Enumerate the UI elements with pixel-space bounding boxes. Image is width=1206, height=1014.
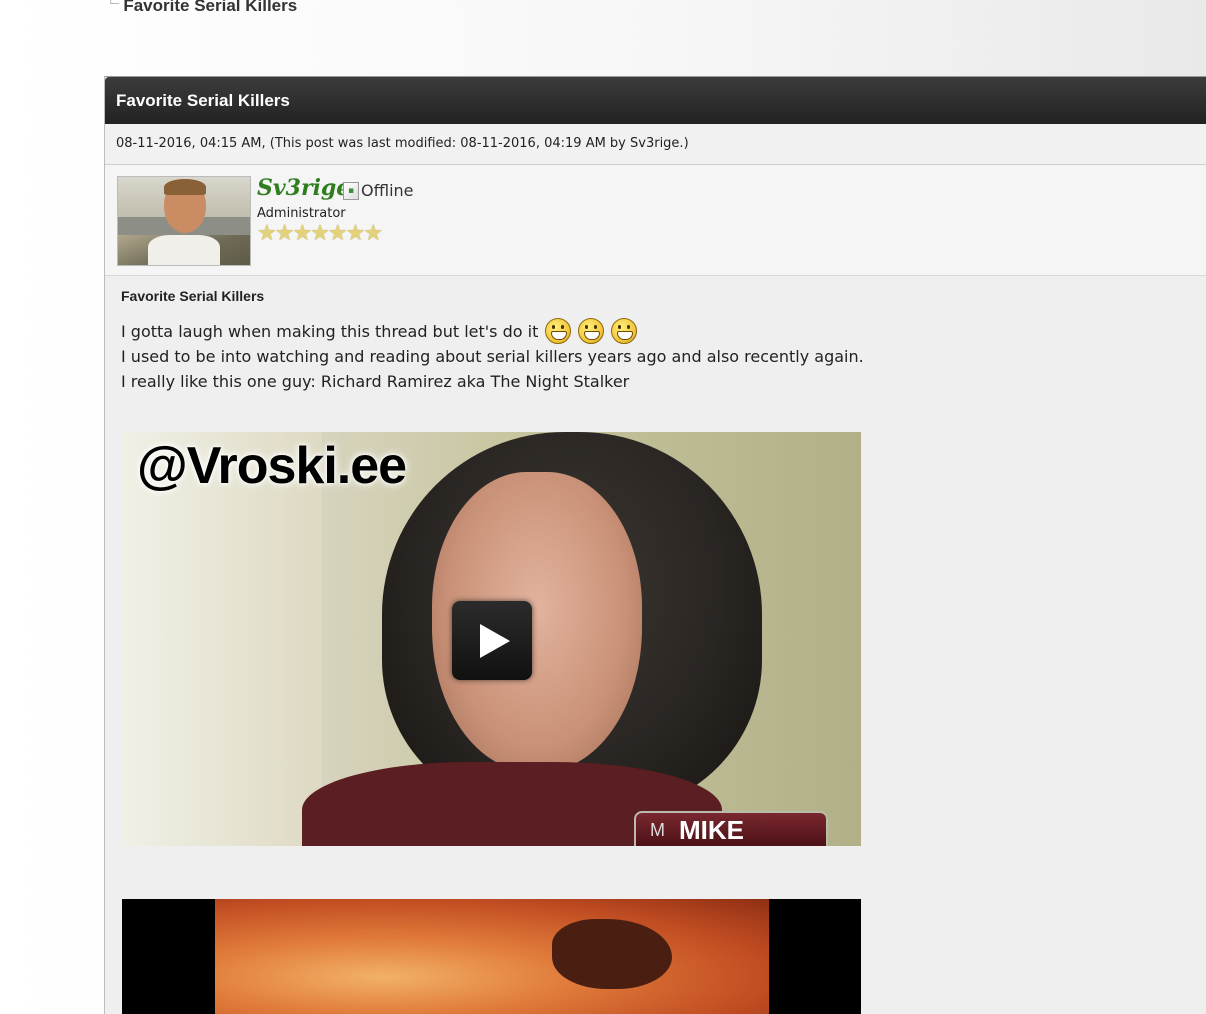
post-body: Favorite Serial Killers I gotta laugh wh…	[105, 276, 1206, 394]
lower-third-caption: MIKE	[679, 814, 744, 845]
author-role: Administrator	[257, 206, 346, 221]
rank-stars-icon: ★★★★★★★	[257, 221, 383, 246]
broken-image-icon: ▪	[343, 181, 359, 200]
watermark-text: @Vroski.ee	[137, 437, 407, 495]
video-lower-third: M MIKE	[634, 811, 828, 846]
breadcrumb-current: Favorite Serial Killers	[123, 0, 298, 15]
thread-header: Favorite Serial Killers	[105, 77, 1206, 124]
post-subject: Favorite Serial Killers	[121, 288, 265, 304]
thread-container: Favorite Serial Killers 08-11-2016, 04:1…	[104, 76, 1206, 1014]
avatar[interactable]	[117, 176, 251, 266]
grin-icon	[545, 318, 572, 344]
grin-icon	[578, 318, 605, 344]
status-alt-text: Offline	[361, 181, 414, 200]
embedded-video-1[interactable]: @Vroski.ee M MIKE	[122, 432, 861, 846]
tree-branch-icon: └─	[108, 0, 120, 8]
embedded-video-2[interactable]	[122, 899, 861, 1014]
post-line-1: I gotta laugh when making this thread bu…	[121, 318, 1206, 344]
post-author: Sv3rige ▪ Offline Administrator ★★★★★★★	[105, 165, 1206, 276]
author-name-link[interactable]: Sv3rige	[257, 175, 350, 201]
status-indicator: ▪ Offline	[343, 181, 414, 200]
post-line-2: I used to be into watching and reading a…	[121, 347, 864, 366]
post-meta: 08-11-2016, 04:15 AM, (This post was las…	[105, 124, 1206, 165]
post-line-3: I really like this one guy: Richard Rami…	[121, 372, 630, 391]
play-icon	[480, 623, 510, 658]
channel-logo: M	[650, 819, 665, 840]
post-text: I gotta laugh when making this thread bu…	[121, 321, 539, 341]
breadcrumb: └─ Favorite Serial Killers	[108, 0, 297, 16]
play-button[interactable]	[452, 601, 532, 680]
grin-icon	[611, 318, 638, 344]
